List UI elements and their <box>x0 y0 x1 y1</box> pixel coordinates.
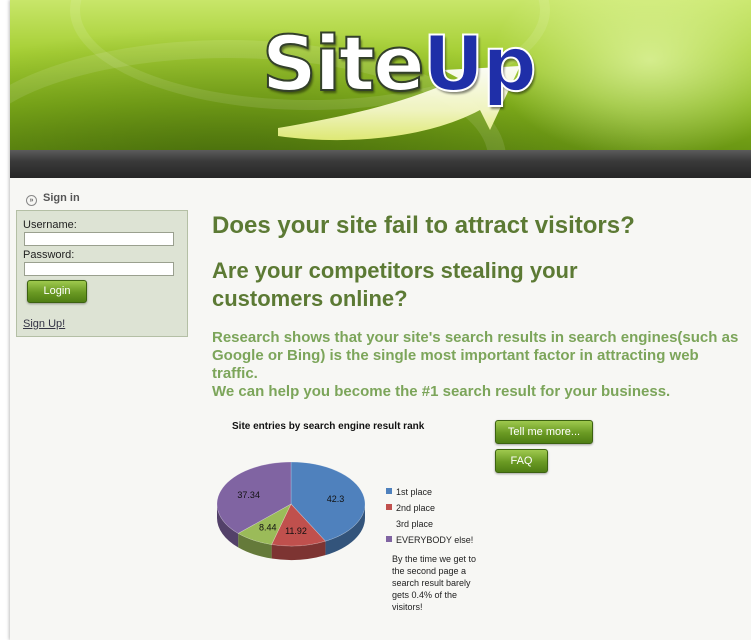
pie-chart: 42.3 11.92 8.44 37.34 <box>216 461 366 560</box>
signin-heading: » Sign in <box>26 192 80 206</box>
chart-title: Site entries by search engine result ran… <box>232 421 425 432</box>
headline-primary: Does your site fail to attract visitors? <box>212 212 635 239</box>
headline-secondary: Are your competitors stealing your custo… <box>212 258 578 311</box>
site-logo: SiteUp <box>261 19 538 108</box>
login-panel: Username: Password: Login Sign Up! <box>16 210 188 337</box>
login-button[interactable]: Login <box>27 280 87 303</box>
chart-note: By the time we get to the second page a … <box>392 554 477 612</box>
legend-item: 1st place <box>386 487 482 503</box>
legend-swatch <box>386 488 392 494</box>
pie-value-label: 11.92 <box>285 526 307 536</box>
legend-swatch <box>386 536 392 542</box>
pie-value-label: 37.34 <box>237 490 260 500</box>
legend-item: EVERYBODY else! <box>386 535 482 551</box>
intro-paragraph: Research shows that your site's search r… <box>212 329 740 401</box>
username-input[interactable] <box>24 232 174 246</box>
password-label: Password: <box>23 249 75 261</box>
pie-value-label: 8.44 <box>259 522 277 532</box>
legend-swatch <box>386 504 392 510</box>
faq-button[interactable]: FAQ <box>495 449 548 473</box>
password-input[interactable] <box>24 262 174 276</box>
chart-legend: 1st place 2nd place 3rd place EVERYBODY … <box>386 487 482 613</box>
header-stripe <box>10 150 751 178</box>
tell-me-more-button[interactable]: Tell me more... <box>495 420 593 444</box>
legend-item: 2nd place <box>386 503 482 519</box>
signup-link[interactable]: Sign Up! <box>23 318 65 330</box>
chevron-right-icon: » <box>26 195 37 206</box>
research-text: Research shows that your site's search r… <box>212 329 739 382</box>
legend-swatch <box>386 520 392 526</box>
username-label: Username: <box>23 219 77 231</box>
pie-value-label: 42.3 <box>327 494 345 504</box>
legend-item: 3rd place <box>386 519 482 535</box>
help-text: We can help you become the #1 search res… <box>212 383 671 400</box>
